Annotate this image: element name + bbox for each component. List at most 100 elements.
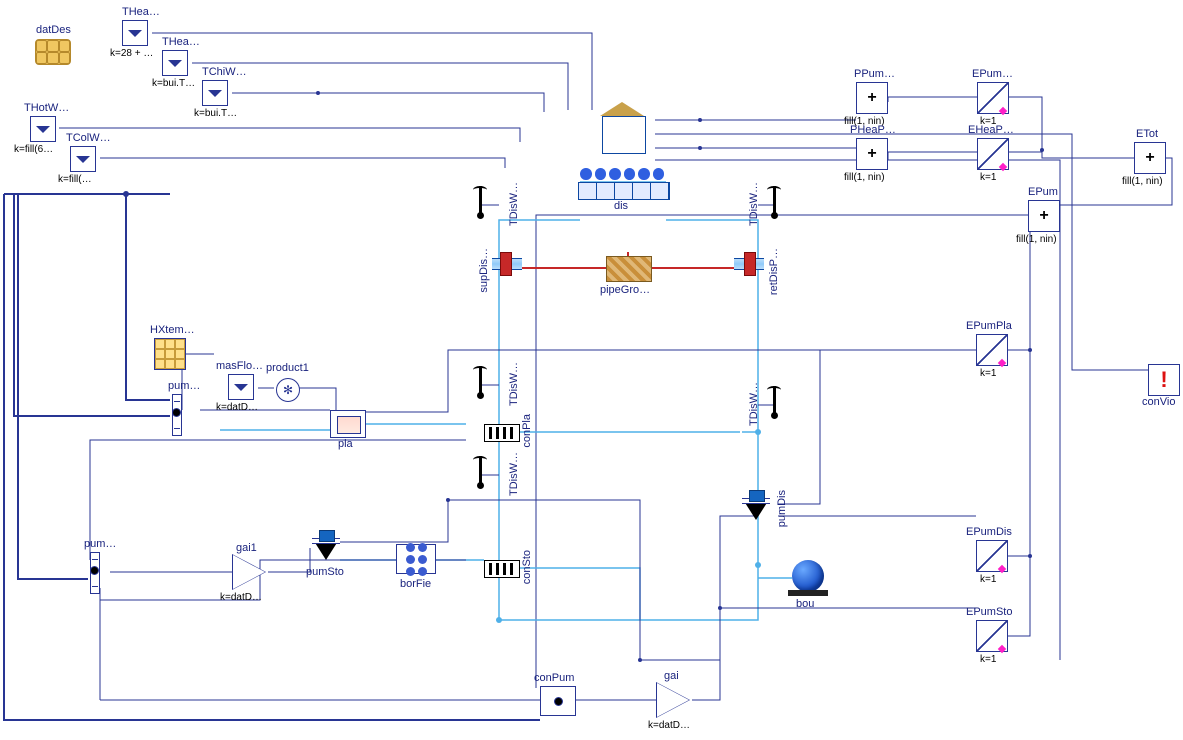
bui-block[interactable] — [602, 116, 646, 154]
bui-roof-icon — [600, 102, 644, 116]
epum-sum-label: EPum — [1028, 186, 1058, 198]
eheap-k: k=1 — [980, 172, 996, 183]
bou-label: bou — [796, 598, 814, 610]
tcolw-k: k=fill(… — [58, 174, 92, 185]
pheap-sum-block[interactable]: + — [856, 138, 888, 170]
etot-sum-block[interactable]: + — [1134, 142, 1166, 174]
epumpla-k: k=1 — [980, 368, 996, 379]
mux1-dot-icon — [172, 408, 181, 417]
bou-block[interactable] — [792, 560, 824, 592]
tdisw-sup-top-sensor[interactable] — [472, 186, 490, 218]
gai-label: gai — [664, 670, 679, 682]
consto-label: conSto — [521, 550, 533, 584]
epumsto-integrator[interactable] — [976, 620, 1008, 652]
consto-block[interactable] — [484, 560, 520, 578]
pumdis-cap-icon — [749, 490, 765, 502]
thotw-k: k=fill(6… — [14, 144, 53, 155]
conpla-label: conPla — [521, 414, 533, 448]
pipegro-block[interactable] — [606, 256, 652, 282]
tdisw-ret-top-label: TDisW… — [748, 182, 760, 226]
hxtem-label: HXtem… — [150, 324, 195, 336]
masflo-block[interactable] — [228, 374, 254, 400]
epumsto-k: k=1 — [980, 654, 996, 665]
tcolw-block[interactable] — [70, 146, 96, 172]
epum1-label: EPum… — [972, 68, 1013, 80]
thotw-block[interactable] — [30, 116, 56, 142]
epumsto-label: EPumSto — [966, 606, 1012, 618]
borfie-label: borFie — [400, 578, 431, 590]
thea2-k: k=bui.T… — [152, 78, 195, 89]
tcolw-label: TColW… — [66, 132, 111, 144]
tdisw-sup-bot-sensor[interactable] — [472, 456, 490, 488]
pumdis-label: pumDis — [776, 490, 788, 527]
tdisw-sup-mid-label: TDisW… — [508, 362, 520, 406]
gai1-block[interactable] — [232, 554, 266, 590]
eheap-label: EHeaP… — [968, 124, 1014, 136]
tdisw-ret-mid-label: TDisW… — [748, 382, 760, 426]
eheap-integrator[interactable] — [977, 138, 1009, 170]
thea-sup-label: THea… — [122, 6, 160, 18]
tdisw-ret-top-sensor[interactable] — [766, 186, 784, 218]
etot-label: ETot — [1136, 128, 1158, 140]
epumdis-label: EPumDis — [966, 526, 1012, 538]
gai1-k: k=datD… — [220, 592, 262, 603]
conpla-block[interactable] — [484, 424, 520, 442]
retdisp-label: retDisP… — [768, 248, 780, 295]
etot-k: fill(1, nin) — [1122, 176, 1163, 187]
convio-label: conVio — [1142, 396, 1175, 408]
dis-label: dis — [614, 200, 628, 212]
thea2-label: THea… — [162, 36, 200, 48]
product1-label: product1 — [266, 362, 309, 374]
tchiw-block[interactable] — [202, 80, 228, 106]
thotw-label: THotW… — [24, 102, 69, 114]
epumdis-integrator[interactable] — [976, 540, 1008, 572]
epumpla-integrator[interactable] — [976, 334, 1008, 366]
hxtem-block[interactable] — [154, 338, 186, 370]
epum-integrator-1[interactable] — [977, 82, 1009, 114]
tdisw-sup-mid-sensor[interactable] — [472, 366, 490, 398]
dis-block[interactable] — [578, 182, 670, 200]
masflo-k: k=datD… — [216, 402, 258, 413]
datdes-label: datDes — [36, 24, 71, 36]
thea2-block[interactable] — [162, 50, 188, 76]
thea-sup-block[interactable] — [122, 20, 148, 46]
pum-mux1-label: pum… — [168, 380, 200, 392]
product1-block[interactable]: ✻ — [276, 378, 300, 402]
tdisw-ret-mid-sensor[interactable] — [766, 386, 784, 418]
pla-block[interactable] — [330, 410, 366, 438]
gai1-label: gai1 — [236, 542, 257, 554]
gai-block[interactable] — [656, 682, 690, 718]
ret-pipe-cap — [744, 252, 756, 276]
diagram-canvas[interactable]: datDes THea… k=28 + … THea… k=bui.T… TCh… — [0, 0, 1183, 740]
tdisw-sup-bot-label: TDisW… — [508, 452, 520, 496]
sup-pipe-cap — [500, 252, 512, 276]
ppum-label: PPum… — [854, 68, 895, 80]
tchiw-k: k=bui.T… — [194, 108, 237, 119]
tdisw-sup-top-label: TDisW… — [508, 182, 520, 226]
convio-block[interactable]: ! — [1148, 364, 1180, 396]
ppum-sum-block[interactable]: + — [856, 82, 888, 114]
conpum-block[interactable] — [540, 686, 576, 716]
thea-sup-k: k=28 + … — [110, 48, 153, 59]
pheap-label: PHeaP… — [850, 124, 896, 136]
masflo-label: masFlo… — [216, 360, 263, 372]
epum-sum-k: fill(1, nin) — [1016, 234, 1057, 245]
mux2-dot-icon — [90, 566, 99, 575]
pheap-k: fill(1, nin) — [844, 172, 885, 183]
epumdis-k: k=1 — [980, 574, 996, 585]
datdes-block[interactable] — [35, 39, 71, 65]
supdis-label: supDis… — [478, 248, 490, 293]
pum-mux2-label: pum… — [84, 538, 116, 550]
tchiw-label: TChiW… — [202, 66, 247, 78]
borfie-block[interactable] — [396, 544, 436, 574]
pla-label: pla — [338, 438, 353, 450]
epum-sum-block[interactable]: + — [1028, 200, 1060, 232]
pumsto-label: pumSto — [306, 566, 344, 578]
pumsto-cap-icon — [319, 530, 335, 542]
gai-k: k=datD… — [648, 720, 690, 731]
conpum-label: conPum — [534, 672, 574, 684]
bou-base-icon — [788, 590, 828, 596]
pipegro-label: pipeGro… — [600, 284, 650, 296]
epumpla-label: EPumPla — [966, 320, 1012, 332]
dis-manifold-top-icon — [580, 168, 664, 180]
